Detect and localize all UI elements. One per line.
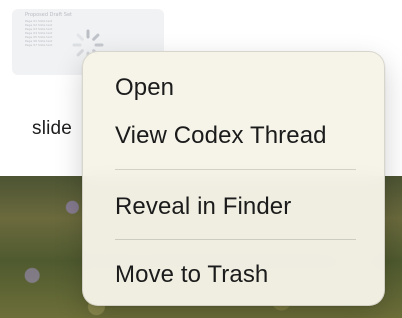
thumbnail-line: Page 07 Slide text [25,43,53,47]
menu-item-reveal-in-finder[interactable]: Reveal in Finder [115,195,291,219]
context-menu: Open View Codex Thread Reveal in Finder … [82,51,385,306]
thumbnail-text: Proposed Draft Set Page 01 Slide text Pa… [25,12,72,47]
menu-separator [115,239,356,240]
menu-item-move-to-trash[interactable]: Move to Trash [115,263,268,287]
file-name-label[interactable]: slide [32,118,72,140]
menu-separator [115,169,356,170]
thumbnail-title: Proposed Draft Set [25,12,73,18]
menu-item-open[interactable]: Open [115,76,174,100]
menu-item-view-codex-thread[interactable]: View Codex Thread [115,124,327,148]
